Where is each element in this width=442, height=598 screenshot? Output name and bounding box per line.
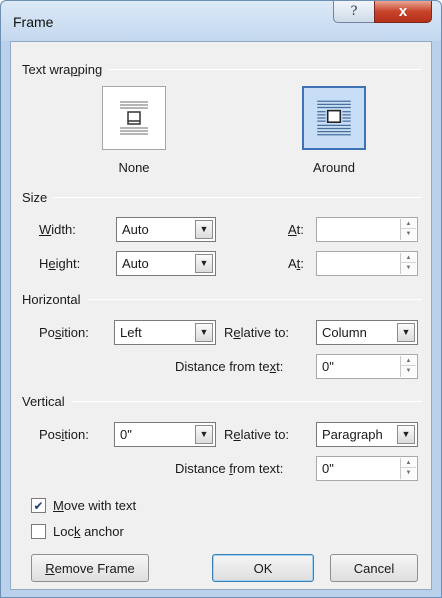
dialog-body: Text wrapping None Around Size Width: Au… bbox=[10, 41, 432, 590]
close-button[interactable]: x bbox=[374, 1, 432, 23]
spin-down-icon[interactable]: ▼ bbox=[401, 263, 416, 273]
wrap-around-label: Around bbox=[313, 160, 355, 175]
wrap-around-option[interactable] bbox=[302, 86, 366, 150]
height-select[interactable]: Auto ▼ bbox=[116, 251, 216, 276]
height-value: Auto bbox=[122, 256, 149, 271]
vertical-position-select[interactable]: 0" ▼ bbox=[114, 422, 216, 447]
group-divider bbox=[53, 196, 422, 198]
cancel-button[interactable]: Cancel bbox=[330, 554, 418, 582]
width-at-input[interactable]: ▲ ▼ bbox=[316, 217, 418, 242]
size-group: Size bbox=[22, 189, 422, 205]
vertical-relative-label: Relative to: bbox=[224, 427, 290, 442]
height-at-spinner[interactable]: ▲ ▼ bbox=[400, 253, 416, 274]
vertical-relative-select[interactable]: Paragraph ▼ bbox=[316, 422, 418, 447]
vertical-relative-dropdown-arrow[interactable]: ▼ bbox=[397, 425, 415, 444]
horizontal-heading: Horizontal bbox=[22, 291, 81, 307]
cancel-label: Cancel bbox=[353, 560, 395, 576]
horizontal-position-select[interactable]: Left ▼ bbox=[114, 320, 216, 345]
frame-dialog: Frame ? x Text wrapping None Around Size… bbox=[0, 0, 442, 598]
move-with-text-label[interactable]: Move with text bbox=[53, 498, 136, 513]
width-label: Width: bbox=[39, 222, 76, 237]
height-label: Height: bbox=[39, 256, 81, 271]
vertical-position-label: Position: bbox=[39, 427, 89, 442]
chevron-down-icon: ▼ bbox=[199, 327, 209, 337]
horizontal-distance-value: 0" bbox=[322, 359, 334, 374]
chevron-down-icon: ▼ bbox=[199, 258, 209, 268]
chevron-down-icon: ▼ bbox=[401, 327, 411, 337]
text-wrapping-heading: Text wrapping bbox=[22, 61, 103, 77]
spin-down-icon[interactable]: ▼ bbox=[401, 229, 416, 239]
help-icon: ? bbox=[350, 4, 358, 19]
height-at-input[interactable]: ▲ ▼ bbox=[316, 251, 418, 276]
horizontal-group: Horizontal bbox=[22, 291, 422, 307]
horizontal-distance-spinner[interactable]: ▲ ▼ bbox=[400, 356, 416, 377]
size-heading: Size bbox=[22, 189, 48, 205]
text-wrapping-group: Text wrapping bbox=[22, 61, 422, 77]
spin-up-icon[interactable]: ▲ bbox=[401, 253, 416, 263]
vertical-heading: Vertical bbox=[22, 393, 65, 409]
width-at-label: At: bbox=[288, 222, 304, 237]
help-button[interactable]: ? bbox=[333, 1, 375, 23]
chevron-down-icon: ▼ bbox=[199, 429, 209, 439]
vertical-distance-label: Distance from text: bbox=[175, 461, 284, 476]
wrap-none-icon bbox=[120, 101, 148, 135]
wrap-none-option[interactable] bbox=[102, 86, 166, 150]
horizontal-position-label: Position: bbox=[39, 325, 89, 340]
horizontal-distance-input[interactable]: 0" ▲ ▼ bbox=[316, 354, 418, 379]
width-at-spinner[interactable]: ▲ ▼ bbox=[400, 219, 416, 240]
group-divider bbox=[86, 298, 422, 300]
wrap-around-icon bbox=[317, 100, 351, 136]
close-icon: x bbox=[398, 3, 408, 20]
width-select[interactable]: Auto ▼ bbox=[116, 217, 216, 242]
remove-frame-label: Remove Frame bbox=[45, 560, 135, 576]
dialog-title: Frame bbox=[13, 14, 54, 30]
spin-down-icon[interactable]: ▼ bbox=[401, 366, 416, 376]
chevron-down-icon: ▼ bbox=[401, 429, 411, 439]
width-dropdown-arrow[interactable]: ▼ bbox=[195, 220, 213, 239]
height-dropdown-arrow[interactable]: ▼ bbox=[195, 254, 213, 273]
remove-frame-button[interactable]: Remove Frame bbox=[31, 554, 149, 582]
ok-button[interactable]: OK bbox=[212, 554, 314, 582]
horizontal-position-dropdown-arrow[interactable]: ▼ bbox=[195, 323, 213, 342]
checkmark-icon: ✔ bbox=[33, 498, 44, 513]
horizontal-relative-label: Relative to: bbox=[224, 325, 290, 340]
horizontal-relative-dropdown-arrow[interactable]: ▼ bbox=[397, 323, 415, 342]
horizontal-relative-value: Column bbox=[322, 325, 367, 340]
vertical-relative-value: Paragraph bbox=[322, 427, 383, 442]
spin-up-icon[interactable]: ▲ bbox=[401, 458, 416, 468]
vertical-distance-value: 0" bbox=[322, 461, 334, 476]
group-divider bbox=[108, 68, 422, 70]
move-with-text-checkbox[interactable]: ✔ bbox=[31, 498, 46, 513]
spin-down-icon[interactable]: ▼ bbox=[401, 468, 416, 478]
vertical-position-dropdown-arrow[interactable]: ▼ bbox=[195, 425, 213, 444]
width-value: Auto bbox=[122, 222, 149, 237]
lock-anchor-label[interactable]: Lock anchor bbox=[53, 524, 124, 539]
group-divider bbox=[70, 400, 422, 402]
chevron-down-icon: ▼ bbox=[199, 224, 209, 234]
spin-up-icon[interactable]: ▲ bbox=[401, 219, 416, 229]
lock-anchor-checkbox[interactable] bbox=[31, 524, 46, 539]
horizontal-distance-label: Distance from text: bbox=[175, 359, 284, 374]
horizontal-position-value: Left bbox=[120, 325, 142, 340]
wrap-none-label: None bbox=[118, 160, 150, 175]
vertical-group: Vertical bbox=[22, 393, 422, 409]
vertical-position-value: 0" bbox=[120, 427, 132, 442]
vertical-distance-spinner[interactable]: ▲ ▼ bbox=[400, 458, 416, 479]
horizontal-relative-select[interactable]: Column ▼ bbox=[316, 320, 418, 345]
spin-up-icon[interactable]: ▲ bbox=[401, 356, 416, 366]
vertical-distance-input[interactable]: 0" ▲ ▼ bbox=[316, 456, 418, 481]
ok-label: OK bbox=[253, 560, 273, 576]
height-at-label: At: bbox=[288, 256, 304, 271]
title-bar: Frame ? x bbox=[1, 1, 441, 41]
